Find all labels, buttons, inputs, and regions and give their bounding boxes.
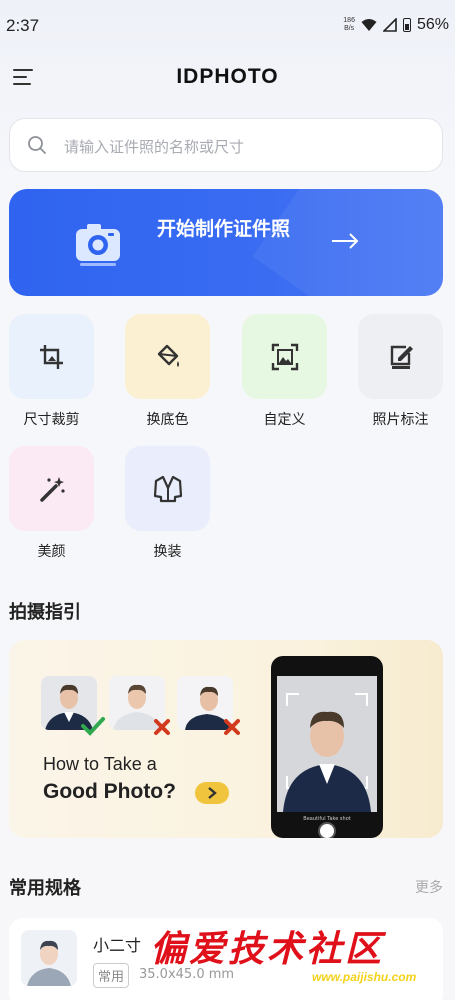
phone-mockup: Beautiful Take shot [271,656,383,838]
photo-guide-card[interactable]: How to Take a Good Photo? Beautiful Take… [9,640,443,838]
search-icon [28,136,46,154]
status-time: 2:37 [6,16,40,35]
more-link[interactable]: 更多 [415,877,443,897]
phone-camera-preview [277,676,377,812]
tool-background-color[interactable]: 换底色 [125,314,210,429]
chevron-right-icon [208,787,217,799]
shutter-icon [318,822,336,838]
search-bar[interactable]: 请输入证件照的名称或尺寸 [9,118,443,172]
network-speed: 186 B/s [343,17,355,32]
guide-section-title: 拍摄指引 [9,602,81,623]
guide-go-button[interactable] [195,782,229,804]
start-making-banner[interactable]: 开始制作证件照 [9,189,443,296]
banner-label: 开始制作证件照 [157,218,291,240]
signal-icon [382,18,397,32]
tool-beauty[interactable]: 美颜 [9,446,94,561]
top-nav: IDPHOTO [0,52,455,104]
guide-heading-line1: How to Take a [43,754,157,774]
tool-background-color-box[interactable] [125,314,210,399]
spec-avatar [21,930,77,986]
spec-section-title: 常用规格 [9,878,81,899]
tool-photo-annotation[interactable]: 照片标注 [358,314,443,429]
tool-crop[interactable]: 尺寸裁剪 [9,314,94,429]
app-logo: IDPHOTO [176,65,279,88]
cross-icon [224,719,240,735]
tool-crop-box[interactable] [9,314,94,399]
tool-label: 尺寸裁剪 [23,412,80,428]
magic-wand-icon [39,476,65,502]
spec-badge: 常用 [93,963,130,988]
tool-label: 换装 [153,544,182,560]
guide-heading-line2: Good Photo? [43,780,176,803]
tool-label: 自定义 [263,412,306,428]
battery-percent: 56% [416,16,449,33]
battery-icon [402,18,411,32]
tool-change-clothes[interactable]: 换装 [125,446,210,561]
tool-custom-box[interactable] [242,314,327,399]
status-bar: 2:37 186 B/s 56% [0,0,455,52]
cross-icon [154,719,170,735]
watermark: 偏爱技术社区 www.paijishu.com [150,920,450,995]
watermark-url: www.paijishu.com [312,970,417,984]
camera-icon [76,224,120,266]
arrow-right-icon [332,233,359,249]
edit-note-icon [390,345,413,369]
status-icons: 186 B/s 56% [343,16,449,34]
tool-label: 换底色 [146,412,189,428]
tool-custom[interactable]: 自定义 [242,314,327,429]
tool-label: 美颜 [37,544,66,560]
tool-beauty-box[interactable] [9,446,94,531]
wifi-icon [361,19,377,31]
spec-name: 小二寸 [93,936,142,955]
clothes-icon [153,475,182,502]
custom-frame-icon [271,343,298,370]
check-icon [81,717,105,736]
crop-icon [39,344,63,369]
tool-change-clothes-box[interactable] [125,446,210,531]
watermark-text: 偏爱技术社区 [150,928,385,970]
paint-bucket-icon [157,344,179,367]
tool-photo-annotation-box[interactable] [358,314,443,399]
tool-label: 照片标注 [372,412,429,428]
search-placeholder: 请输入证件照的名称或尺寸 [64,138,245,156]
